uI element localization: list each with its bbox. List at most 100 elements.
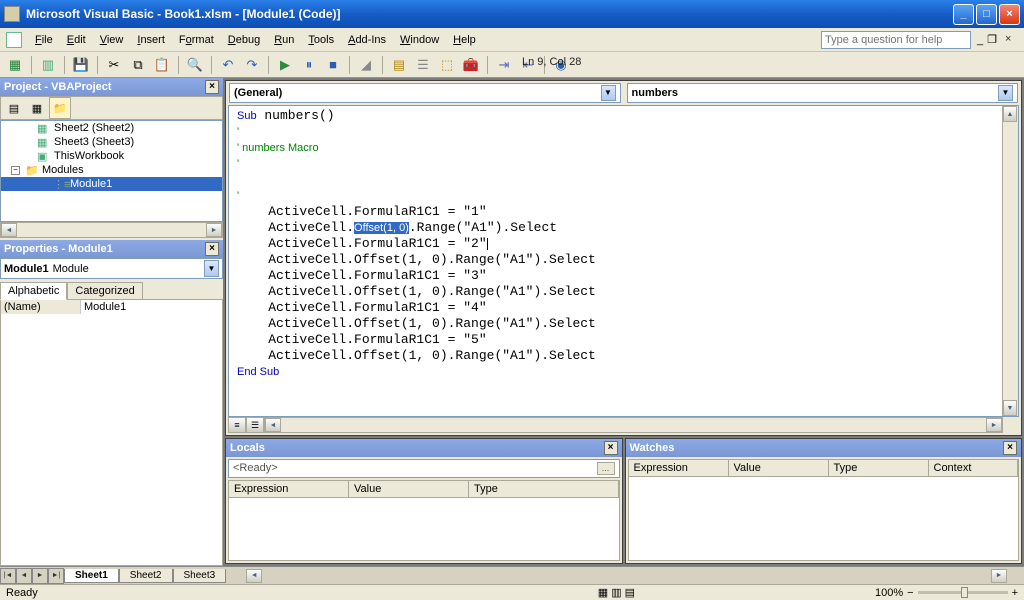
menu-addins[interactable]: Add-Ins: [341, 32, 393, 48]
toggle-folders-icon[interactable]: 📁: [49, 97, 71, 119]
dropdown-icon[interactable]: ▼: [998, 85, 1013, 101]
tab-nav-next[interactable]: ►: [32, 568, 48, 584]
locals-more-button[interactable]: ...: [597, 462, 615, 475]
scroll-left-icon[interactable]: ◄: [246, 569, 262, 583]
scroll-right-icon[interactable]: ►: [206, 223, 222, 237]
sheet-tab-1[interactable]: Sheet1: [64, 569, 119, 583]
excel-hscroll[interactable]: ◄ ►: [246, 569, 1007, 583]
menu-file[interactable]: File: [28, 32, 60, 48]
col-value[interactable]: Value: [729, 460, 829, 476]
undo-icon[interactable]: ↶: [217, 54, 239, 76]
dropdown-icon[interactable]: ▼: [204, 260, 219, 277]
page-break-icon[interactable]: ▤: [625, 586, 635, 599]
property-row[interactable]: (Name) Module1: [1, 300, 222, 314]
procedure-view-icon[interactable]: ≡: [228, 417, 246, 433]
locals-grid[interactable]: Expression Value Type: [228, 480, 620, 561]
maximize-button[interactable]: □: [976, 4, 997, 25]
expand-icon[interactable]: −: [11, 166, 20, 175]
tab-nav-first[interactable]: |◄: [0, 568, 16, 584]
project-tree[interactable]: ▦Sheet2 (Sheet2)▦Sheet3 (Sheet3)▣ThisWor…: [0, 120, 223, 222]
menu-insert[interactable]: Insert: [130, 32, 172, 48]
scroll-up-icon[interactable]: ▲: [1003, 106, 1017, 122]
watches-grid[interactable]: Expression Value Type Context: [628, 459, 1020, 561]
scroll-right-icon[interactable]: ►: [991, 569, 1007, 583]
page-layout-icon[interactable]: ▥: [611, 586, 621, 599]
col-type[interactable]: Type: [469, 481, 619, 497]
full-module-view-icon[interactable]: ☰: [246, 417, 264, 433]
tree-item[interactable]: ⋮≡Module1: [1, 177, 222, 191]
code-editor[interactable]: Sub numbers() ' ' numbers Macro ' ' Acti…: [229, 106, 1002, 416]
cut-icon[interactable]: ✂: [103, 54, 125, 76]
procedure-combo[interactable]: numbers ▼: [627, 83, 1019, 103]
property-value[interactable]: Module1: [81, 300, 222, 314]
project-explorer-icon[interactable]: ▤: [388, 54, 410, 76]
properties-object-combo[interactable]: Module1 Module ▼: [0, 258, 223, 279]
mdi-restore[interactable]: ❐: [987, 33, 997, 46]
run-icon[interactable]: ▶: [274, 54, 296, 76]
code-hscroll[interactable]: ◄ ►: [264, 417, 1003, 433]
scroll-left-icon[interactable]: ◄: [265, 418, 281, 432]
break-icon[interactable]: ⏸: [298, 54, 320, 76]
view-object-icon[interactable]: ▦: [26, 97, 48, 119]
tree-item[interactable]: ▦Sheet2 (Sheet2): [1, 121, 222, 135]
menu-view[interactable]: View: [93, 32, 131, 48]
design-mode-icon[interactable]: ◢: [355, 54, 377, 76]
col-expression[interactable]: Expression: [229, 481, 349, 497]
zoom-level[interactable]: 100%: [875, 587, 903, 599]
tab-order-icon[interactable]: ⇥: [493, 54, 515, 76]
tree-item[interactable]: −📁Modules: [1, 163, 222, 177]
sheet-tab-2[interactable]: Sheet2: [119, 569, 173, 583]
properties-panel-close[interactable]: ×: [205, 242, 219, 256]
insert-module-icon[interactable]: ▥: [37, 54, 59, 76]
paste-icon[interactable]: 📋: [151, 54, 173, 76]
close-button[interactable]: ×: [999, 4, 1020, 25]
copy-icon[interactable]: ⧉: [127, 54, 149, 76]
col-value[interactable]: Value: [349, 481, 469, 497]
resize-grip[interactable]: [1003, 417, 1019, 433]
help-search-input[interactable]: [821, 31, 971, 49]
menu-window[interactable]: Window: [393, 32, 446, 48]
normal-view-icon[interactable]: ▦: [598, 586, 608, 599]
tab-alphabetic[interactable]: Alphabetic: [0, 282, 67, 300]
tab-categorized[interactable]: Categorized: [67, 282, 142, 300]
tab-nav-last[interactable]: ►|: [48, 568, 64, 584]
toolbox-icon[interactable]: 🧰: [460, 54, 482, 76]
dropdown-icon[interactable]: ▼: [601, 85, 616, 101]
mdi-minimize[interactable]: _: [977, 34, 983, 46]
scroll-left-icon[interactable]: ◄: [1, 223, 17, 237]
zoom-slider[interactable]: [918, 591, 1008, 594]
menu-tools[interactable]: Tools: [301, 32, 341, 48]
menu-run[interactable]: Run: [267, 32, 301, 48]
menu-debug[interactable]: Debug: [221, 32, 267, 48]
project-hscroll[interactable]: ◄ ►: [0, 222, 223, 238]
col-context[interactable]: Context: [929, 460, 1019, 476]
properties-window-icon[interactable]: ☰: [412, 54, 434, 76]
zoom-out-button[interactable]: −: [907, 587, 913, 599]
redo-icon[interactable]: ↷: [241, 54, 263, 76]
locals-close[interactable]: ×: [604, 441, 618, 455]
object-browser-icon[interactable]: ⬚: [436, 54, 458, 76]
menu-help[interactable]: Help: [446, 32, 483, 48]
sheet-tab-3[interactable]: Sheet3: [173, 569, 227, 583]
zoom-in-button[interactable]: +: [1012, 587, 1018, 599]
object-combo[interactable]: (General) ▼: [229, 83, 621, 103]
mdi-close[interactable]: ×: [1005, 33, 1018, 46]
scroll-down-icon[interactable]: ▼: [1003, 400, 1017, 416]
menu-format[interactable]: Format: [172, 32, 221, 48]
project-panel-close[interactable]: ×: [205, 80, 219, 94]
tab-nav-prev[interactable]: ◄: [16, 568, 32, 584]
view-excel-icon[interactable]: ▦: [4, 54, 26, 76]
view-code-icon[interactable]: ▤: [3, 97, 25, 119]
minimize-button[interactable]: _: [953, 4, 974, 25]
menu-edit[interactable]: Edit: [60, 32, 93, 48]
reset-icon[interactable]: ■: [322, 54, 344, 76]
save-icon[interactable]: 💾: [70, 54, 92, 76]
col-type[interactable]: Type: [829, 460, 929, 476]
scroll-right-icon[interactable]: ►: [986, 418, 1002, 432]
watches-close[interactable]: ×: [1003, 441, 1017, 455]
tree-item[interactable]: ▣ThisWorkbook: [1, 149, 222, 163]
find-icon[interactable]: 🔍: [184, 54, 206, 76]
tree-item[interactable]: ▦Sheet3 (Sheet3): [1, 135, 222, 149]
code-vscroll[interactable]: ▲ ▼: [1002, 106, 1018, 416]
properties-grid[interactable]: (Name) Module1: [0, 299, 223, 566]
